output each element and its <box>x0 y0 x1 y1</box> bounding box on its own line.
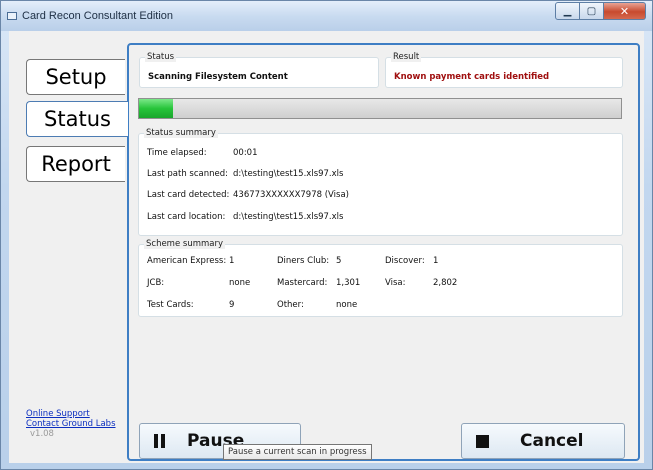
minimize-icon: ▁ <box>563 5 572 17</box>
maximize-button[interactable]: ▢ <box>580 2 604 20</box>
jcb-label: JCB: <box>147 278 165 288</box>
visa-value: 2,802 <box>433 278 458 288</box>
visa-label: Visa: <box>385 278 406 288</box>
status-panel: Status Scanning Filesystem Content Resul… <box>127 43 640 461</box>
other-value: none <box>336 300 358 310</box>
scan-progress-bar <box>138 98 622 119</box>
contact-link[interactable]: Contact Ground Labs <box>26 419 116 429</box>
status-legend: Status <box>145 52 177 62</box>
status-group: Status Scanning Filesystem Content <box>139 52 379 88</box>
pause-tooltip: Pause a current scan in progress <box>223 444 372 460</box>
online-support-link[interactable]: Online Support <box>26 409 116 419</box>
last-location-label: Last card location: <box>147 212 226 222</box>
app-window: Card Recon Consultant Edition ▁ ▢ ✕ Setu… <box>0 0 653 470</box>
result-value: Known payment cards identified <box>394 72 550 82</box>
maximize-icon: ▢ <box>586 5 597 17</box>
last-location-value: d:\testing\test15.xls97.xls <box>233 212 344 222</box>
tab-report[interactable]: Report <box>26 146 125 182</box>
test-cards-label: Test Cards: <box>147 300 194 310</box>
close-button[interactable]: ✕ <box>604 2 646 20</box>
status-value: Scanning Filesystem Content <box>148 72 288 82</box>
time-elapsed-value: 00:01 <box>233 148 258 158</box>
cancel-button[interactable]: Cancel <box>461 423 625 459</box>
version-label: v1.08 <box>30 429 54 439</box>
close-icon: ✕ <box>619 4 630 18</box>
stop-icon <box>476 434 489 448</box>
last-path-label: Last path scanned: <box>147 169 229 179</box>
tab-status[interactable]: Status <box>26 101 128 137</box>
tab-setup[interactable]: Setup <box>26 59 125 95</box>
test-cards-value: 9 <box>229 300 235 310</box>
mastercard-value: 1,301 <box>336 278 361 288</box>
amex-value: 1 <box>229 256 235 266</box>
other-label: Other: <box>277 300 304 310</box>
amex-label: American Express: <box>147 256 227 266</box>
last-card-label: Last card detected: <box>147 190 230 200</box>
diners-value: 5 <box>336 256 342 266</box>
time-elapsed-label: Time elapsed: <box>147 148 207 158</box>
discover-value: 1 <box>433 256 439 266</box>
status-summary-legend: Status summary <box>144 128 218 138</box>
client-area: Setup Status Report Online Support Conta… <box>9 31 644 463</box>
status-summary-group: Status summary Time elapsed: 00:01 Last … <box>138 128 623 236</box>
minimize-button[interactable]: ▁ <box>555 2 580 20</box>
scheme-summary-legend: Scheme summary <box>144 239 226 249</box>
result-legend: Result <box>391 52 422 62</box>
sidebar-links: Online Support Contact Ground Labs v1.08 <box>26 409 116 439</box>
cancel-label: Cancel <box>520 431 584 451</box>
mastercard-label: Mastercard: <box>277 278 328 288</box>
diners-label: Diners Club: <box>277 256 330 266</box>
jcb-value: none <box>229 278 251 288</box>
scheme-summary-group: Scheme summary American Express: 1 Diner… <box>138 239 623 317</box>
discover-label: Discover: <box>385 256 425 266</box>
window-title: Card Recon Consultant Edition <box>22 10 174 22</box>
window-controls: ▁ ▢ ✕ <box>555 2 646 20</box>
app-icon <box>7 12 17 20</box>
pause-icon <box>154 434 165 448</box>
progress-fill <box>139 99 173 118</box>
last-card-value: 436773XXXXXX7978 (Visa) <box>233 190 349 200</box>
title-bar[interactable]: Card Recon Consultant Edition ▁ ▢ ✕ <box>1 1 652 31</box>
last-path-value: d:\testing\test15.xls97.xls <box>233 169 344 179</box>
sidebar: Setup Status Report Online Support Conta… <box>9 31 131 463</box>
result-group: Result Known payment cards identified <box>385 52 623 88</box>
